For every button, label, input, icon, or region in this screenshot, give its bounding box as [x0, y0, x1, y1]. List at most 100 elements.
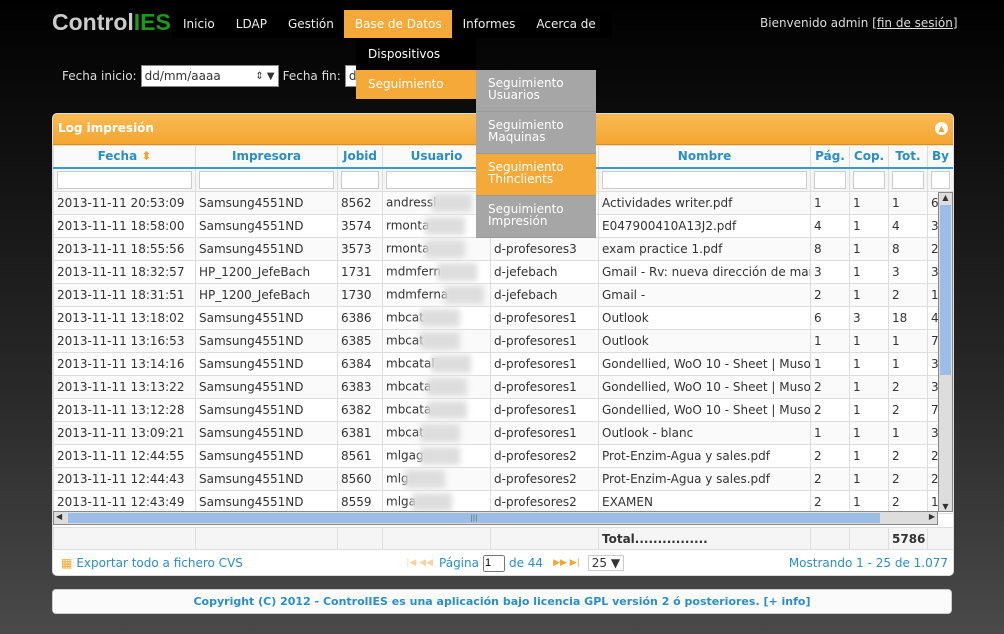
submenu-item-2[interactable]: Seguimiento Thinclients: [476, 154, 596, 196]
column-filter-input[interactable]: [892, 170, 924, 189]
welcome-text: Bienvenido admin [fin de sesión]: [760, 16, 958, 30]
column-header[interactable]: Usuario: [382, 145, 491, 169]
submenu-item-3[interactable]: Seguimiento Impresión: [476, 196, 596, 238]
table-cell: d-profesores2: [490, 489, 599, 514]
nav-item-4[interactable]: Informes: [452, 10, 526, 38]
table-row[interactable]: 2013-11-11 13:14:16 Samsung4551ND 6384 mbca…: [53, 351, 953, 376]
table-cell: rmonta: [382, 236, 491, 261]
table-row[interactable]: 2013-11-11 12:43:49 Samsung4551ND 8559 mlga…: [53, 489, 953, 514]
table-cell: d-profesores1: [490, 351, 599, 376]
table-cell: 2: [810, 397, 850, 422]
nav-item-5[interactable]: Acerca de: [525, 10, 605, 38]
table-cell: d-profesores1: [490, 397, 599, 422]
table-cell: d-jefebach: [490, 282, 599, 307]
collapse-icon[interactable]: ▲: [935, 122, 948, 135]
copyright-footer[interactable]: Copyright (C) 2012 - ControlIES es una a…: [52, 589, 952, 614]
total-label: Total................: [598, 527, 811, 550]
first-page-icon[interactable]: |◀ ◀◀: [406, 558, 433, 568]
table-cell: d-profesores2: [490, 443, 599, 468]
nav-item-1[interactable]: LDAP: [225, 10, 277, 38]
nav-item-3[interactable]: Base de Datos: [343, 10, 452, 38]
table-cell: 2013-11-11 18:32:57: [53, 259, 196, 284]
table-cell: 1: [849, 443, 889, 468]
column-filter-input[interactable]: [199, 170, 334, 189]
dropdown-item-1[interactable]: Seguimiento: [356, 70, 476, 99]
logout-link[interactable]: fin de sesión: [877, 16, 953, 30]
table-cell: d-jefebach: [490, 259, 599, 284]
column-filter-input[interactable]: [931, 170, 950, 189]
table-cell: 8560: [337, 466, 383, 491]
nav-item-0[interactable]: Inicio: [172, 10, 225, 38]
column-filter-input[interactable]: [341, 170, 379, 189]
start-date-input[interactable]: dd/mm/aaaa ⇕ ▼: [140, 65, 279, 87]
column-header[interactable]: Tot.: [888, 145, 928, 169]
vertical-scrollbar[interactable]: ▲ ▼: [938, 192, 953, 512]
page-size-select[interactable]: 25 ▼: [587, 555, 625, 571]
column-header[interactable]: By: [927, 145, 953, 169]
table-cell: 3: [849, 305, 889, 330]
column-header[interactable]: Jobid: [337, 145, 383, 169]
filter-cell: [810, 167, 850, 192]
table-cell: 2: [810, 443, 850, 468]
table-cell: 2013-11-11 13:13:22: [53, 374, 196, 399]
table-cell: Gondellied, WoO 10 - Sheet | Musop: [598, 397, 811, 422]
table-row[interactable]: 2013-11-11 13:16:53 Samsung4551ND 6385 mbca…: [53, 328, 953, 353]
table-row[interactable]: 2013-11-11 12:44:43 Samsung4551ND 8560 mlg d…: [53, 466, 953, 491]
column-header[interactable]: Impresora: [195, 145, 338, 169]
table-cell: 2: [810, 466, 850, 491]
column-filter-input[interactable]: [602, 170, 807, 189]
submenu-item-0[interactable]: Seguimiento Usuarios: [476, 70, 596, 112]
table-row[interactable]: 2013-11-11 12:44:55 Samsung4551ND 8561 mlga…: [53, 443, 953, 468]
column-filter-input[interactable]: [853, 170, 885, 189]
table-row[interactable]: 2013-11-11 13:09:21 Samsung4551ND 6381 mbca…: [53, 420, 953, 445]
page-input[interactable]: [482, 554, 505, 572]
table-cell: 2013-11-11 13:16:53: [53, 328, 196, 353]
column-header[interactable]: Fecha ⬍: [53, 145, 196, 169]
redacted-blur: [432, 193, 473, 212]
column-filter-input[interactable]: [57, 170, 192, 189]
export-link[interactable]: Exportar todo a fichero CVS: [76, 556, 406, 570]
table-row[interactable]: 2013-11-11 18:32:57 HP_1200_JefeBach 1731 m…: [53, 259, 953, 284]
column-header[interactable]: Nombre: [598, 145, 811, 169]
table-row[interactable]: 2013-11-11 13:12:28 Samsung4551ND 6382 mbca…: [53, 397, 953, 422]
table-cell: 1: [888, 351, 928, 376]
table-cell: mbcatal: [382, 351, 491, 376]
nav-item-2[interactable]: Gestión: [277, 10, 344, 38]
column-header[interactable]: Pág.: [810, 145, 850, 169]
table-cell: 3573: [337, 236, 383, 261]
filter-cell: [337, 167, 383, 192]
table-row[interactable]: 2013-11-11 13:18:02 Samsung4551ND 6386 mbca…: [53, 305, 953, 330]
table-row[interactable]: 2013-11-11 18:55:56 Samsung4551ND 3573 rmon…: [53, 236, 953, 261]
column-header[interactable]: Cop.: [849, 145, 889, 169]
table-cell: 1: [888, 328, 928, 353]
filter-cell: [927, 167, 953, 192]
table-cell: 1: [849, 397, 889, 422]
spinner-icon[interactable]: ⇕ ▼: [255, 71, 274, 82]
table-cell: mbcata: [382, 374, 491, 399]
horizontal-scrollbar[interactable]: ◀ ||| ▶: [53, 511, 938, 525]
redacted-blur: [436, 262, 477, 281]
sort-icon[interactable]: ⬍: [137, 149, 151, 163]
table-cell: d-profesores1: [490, 328, 599, 353]
next-page-icon[interactable]: ▶▶ ▶|: [553, 558, 580, 568]
column-filter-input[interactable]: [386, 170, 487, 189]
table-row[interactable]: 2013-11-11 13:13:22 Samsung4551ND 6383 mbca…: [53, 374, 953, 399]
table-cell: Samsung4551ND: [195, 374, 338, 399]
table-cell: 1: [849, 351, 889, 376]
table-cell: Gondellied, WoO 10 - Sheet | Musop: [598, 351, 811, 376]
table-cell: mdmfern: [382, 259, 491, 284]
table-cell: 2013-11-11 13:18:02: [53, 305, 196, 330]
redacted-blur: [419, 423, 460, 442]
table-cell: 1731: [337, 259, 383, 284]
table-cell: Prot-Enzim-Agua y sales.pdf: [598, 466, 811, 491]
table-cell: 1: [849, 259, 889, 284]
redacted-blur: [404, 469, 445, 488]
dropdown-item-0[interactable]: Dispositivos: [356, 38, 476, 70]
column-filter-input[interactable]: [814, 170, 846, 189]
table-cell: 2: [888, 374, 928, 399]
table-row[interactable]: 2013-11-11 18:31:51 HP_1200_JefeBach 1730 m…: [53, 282, 953, 307]
table-cell: rmonta: [382, 213, 491, 238]
table-cell: d-profesores3: [490, 236, 599, 261]
redacted-blur: [430, 354, 471, 373]
submenu-item-1[interactable]: Seguimiento Maquinas: [476, 112, 596, 154]
